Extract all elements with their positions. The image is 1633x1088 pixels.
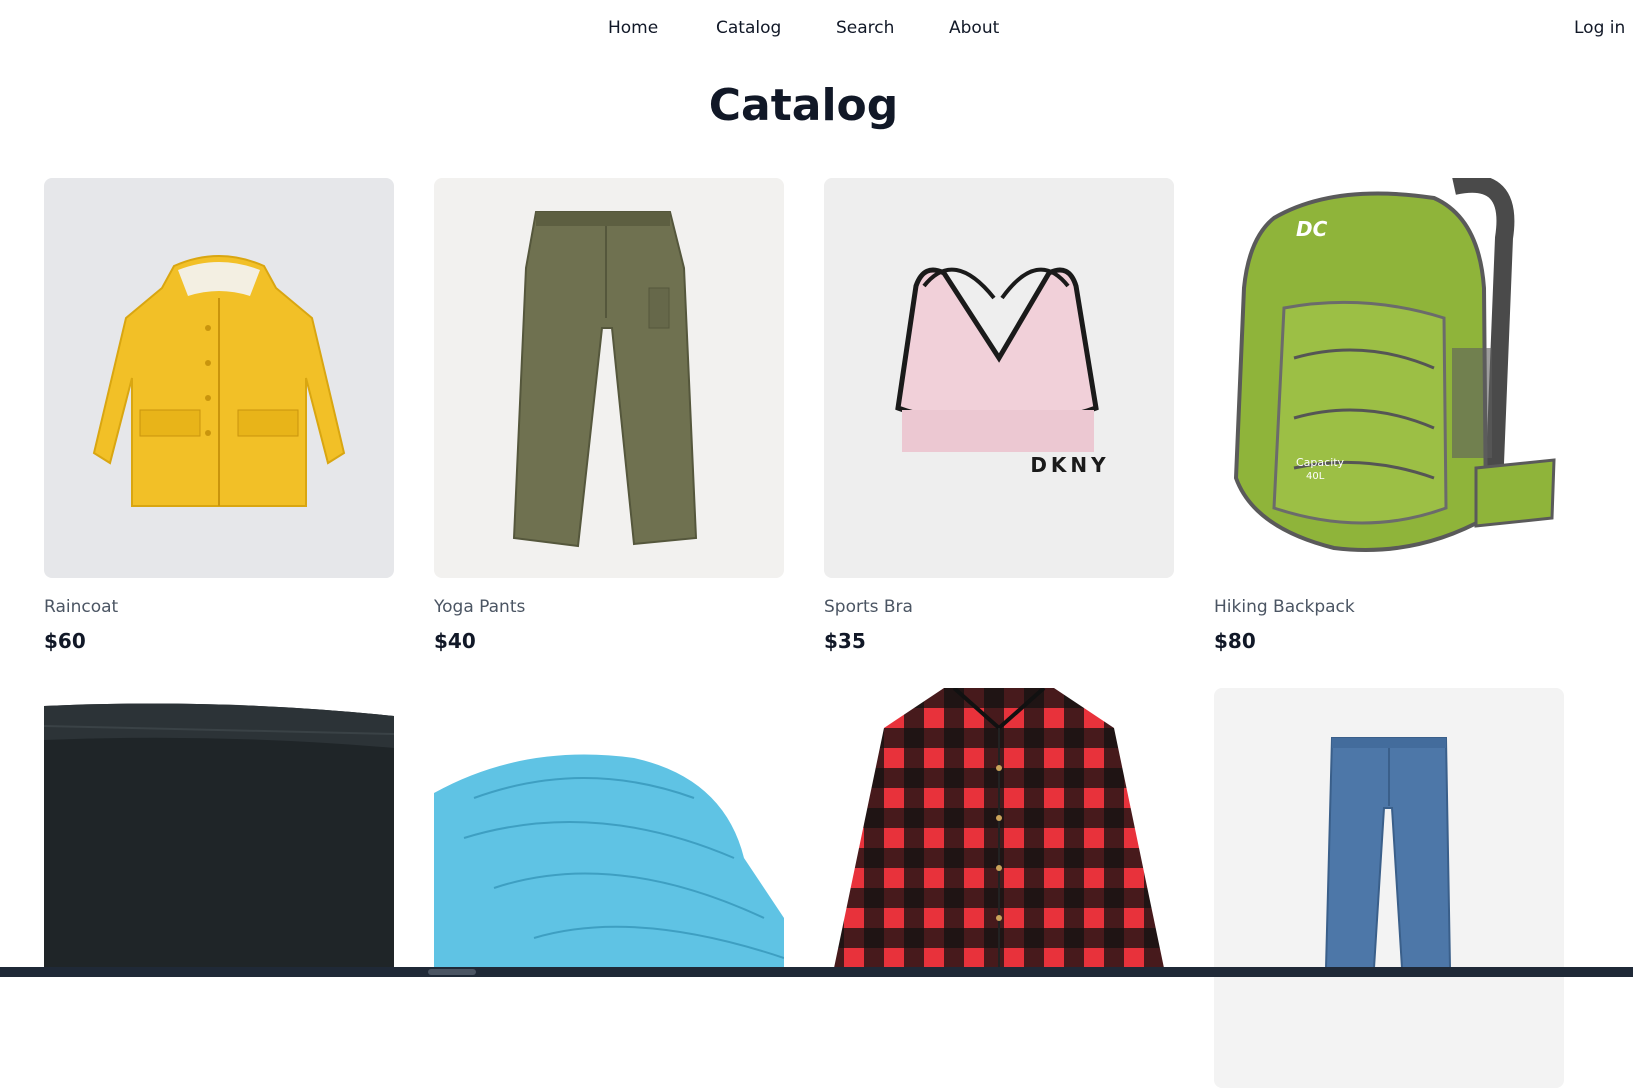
product-image[interactable] <box>44 688 394 1088</box>
product-image[interactable] <box>434 688 784 1088</box>
product-image[interactable] <box>44 178 394 578</box>
capacity-label: Capacity <box>1296 456 1345 469</box>
nav-search-link[interactable]: Search <box>836 17 894 39</box>
product-card-7[interactable] <box>824 688 1174 1088</box>
shorts-image <box>44 688 394 1088</box>
nav-home-link[interactable]: Home <box>608 17 658 39</box>
nav-about-link[interactable]: About <box>949 17 999 39</box>
product-card-yoga-pants[interactable]: Yoga Pants $40 <box>434 178 784 653</box>
page-title: Catalog <box>708 80 899 131</box>
product-image[interactable] <box>824 688 1174 1088</box>
product-price: $80 <box>1214 629 1256 653</box>
product-image[interactable] <box>1214 688 1564 1088</box>
backpack-image: DC Capacity 40L <box>1214 178 1564 578</box>
product-card-5[interactable] <box>44 688 394 1088</box>
nav-catalog-link[interactable]: Catalog <box>716 17 781 39</box>
product-name[interactable]: Raincoat <box>44 596 118 618</box>
jeans-image <box>1214 688 1564 1088</box>
svg-text:40L: 40L <box>1306 471 1325 482</box>
raincoat-image <box>44 178 394 578</box>
login-link[interactable]: Log in <box>1574 17 1625 39</box>
plaid-shirt-image <box>824 688 1174 1088</box>
product-card-raincoat[interactable]: Raincoat $60 <box>44 178 394 653</box>
top-navigation: Home Catalog Search About Log in <box>0 0 1633 58</box>
sun-hat-image <box>434 688 784 1088</box>
product-image[interactable]: DC Capacity 40L <box>1214 178 1564 578</box>
horizontal-scrollbar[interactable] <box>0 967 1633 977</box>
product-card-8[interactable] <box>1214 688 1564 1088</box>
sports-bra-image: DKNY <box>824 178 1174 578</box>
product-image[interactable]: DKNY <box>824 178 1174 578</box>
product-price: $35 <box>824 629 866 653</box>
product-price: $40 <box>434 629 476 653</box>
product-card-6[interactable] <box>434 688 784 1088</box>
product-name[interactable]: Hiking Backpack <box>1214 596 1355 618</box>
scrollbar-thumb[interactable] <box>428 969 476 975</box>
dc-logo: DC <box>1296 217 1328 241</box>
dkny-logo: DKNY <box>1030 453 1109 477</box>
product-card-sports-bra[interactable]: DKNY Sports Bra $35 <box>824 178 1174 653</box>
product-name[interactable]: Yoga Pants <box>434 596 525 618</box>
product-name[interactable]: Sports Bra <box>824 596 913 618</box>
pants-image <box>434 178 784 578</box>
product-image[interactable] <box>434 178 784 578</box>
product-card-hiking-backpack[interactable]: DC Capacity 40L Hiking Backpack $80 <box>1214 178 1564 653</box>
product-price: $60 <box>44 629 86 653</box>
